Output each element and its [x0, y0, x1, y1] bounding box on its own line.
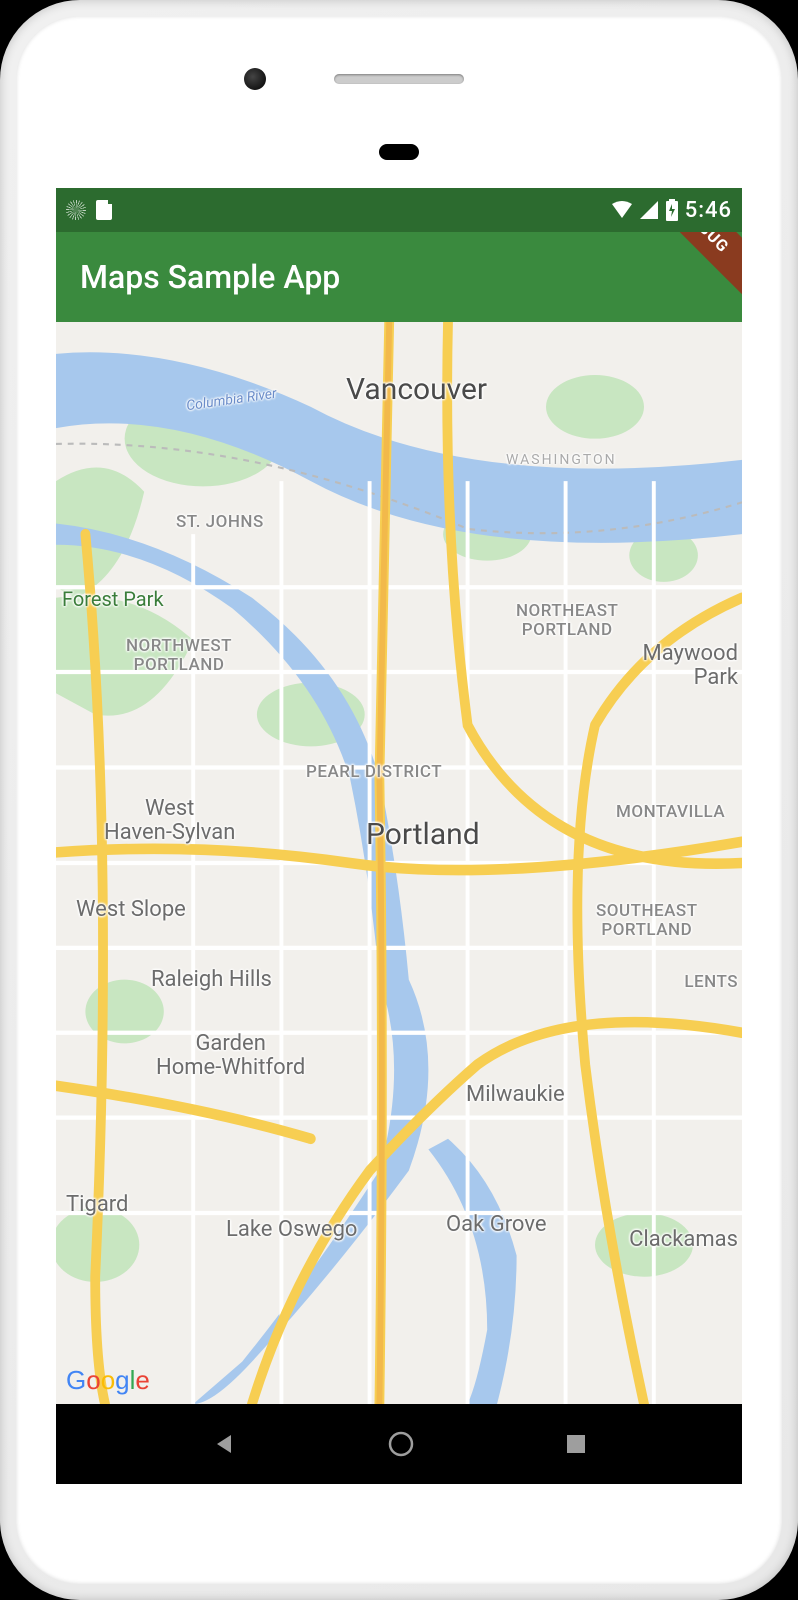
wifi-icon [611, 200, 633, 220]
map-label-st-johns: ST. JOHNS [176, 512, 264, 532]
map-label-oak-grove: Oak Grove [446, 1212, 547, 1237]
map-label-clackamas: Clackamas [629, 1227, 738, 1252]
map-label-lake-oswego: Lake Oswego [226, 1217, 357, 1242]
loading-indicator-icon [66, 200, 86, 220]
map-label-washington-border: WASHINGTON [506, 452, 617, 468]
device-screen: 5:46 Maps Sample App DEBUG [56, 188, 742, 1484]
map-label-vancouver: Vancouver [346, 372, 487, 407]
map-label-ne-portland: NORTHEASTPORTLAND [516, 602, 618, 639]
app-title: Maps Sample App [80, 258, 340, 296]
map-label-pearl: PEARL DISTRICT [306, 762, 442, 782]
map-label-maywood-park: MaywoodPark [643, 642, 738, 690]
proximity-sensor [379, 144, 419, 160]
google-attribution-logo: Google [66, 1365, 150, 1396]
map-label-se-portland: SOUTHEASTPORTLAND [596, 902, 698, 939]
phone-frame: 5:46 Maps Sample App DEBUG [0, 0, 798, 1600]
nav-back-button[interactable] [211, 1431, 237, 1457]
map-label-nw-portland: NORTHWESTPORTLAND [126, 637, 232, 674]
front-camera [244, 68, 266, 90]
map-label-forest-park: Forest Park [62, 587, 164, 611]
nav-recents-button[interactable] [565, 1433, 587, 1455]
map-label-montavilla: MONTAVILLA [616, 802, 725, 822]
map-label-portland: Portland [366, 817, 480, 852]
android-navigation-bar [56, 1404, 742, 1484]
map-label-garden-home: GardenHome-Whitford [156, 1032, 305, 1080]
status-time: 5:46 [685, 198, 732, 223]
google-map-view[interactable]: Vancouver Columbia River WASHINGTON ST. … [56, 322, 742, 1404]
nav-home-button[interactable] [386, 1429, 416, 1459]
map-label-milwaukie: Milwaukie [466, 1082, 565, 1107]
sd-card-icon [96, 200, 112, 220]
phone-body: 5:46 Maps Sample App DEBUG [16, 16, 782, 1584]
debug-banner: DEBUG [621, 232, 742, 315]
android-status-bar: 5:46 [56, 188, 742, 232]
map-label-lents: LENTS [684, 972, 738, 992]
battery-charging-icon [665, 199, 679, 221]
map-label-west-haven: WestHaven-Sylvan [104, 797, 235, 845]
cellular-signal-icon [639, 200, 659, 220]
map-label-tigard: Tigard [66, 1192, 128, 1217]
map-label-west-slope: West Slope [76, 897, 186, 922]
app-bar: Maps Sample App DEBUG [56, 232, 742, 322]
earpiece-speaker [334, 74, 464, 84]
map-label-raleigh-hills: Raleigh Hills [151, 967, 272, 992]
